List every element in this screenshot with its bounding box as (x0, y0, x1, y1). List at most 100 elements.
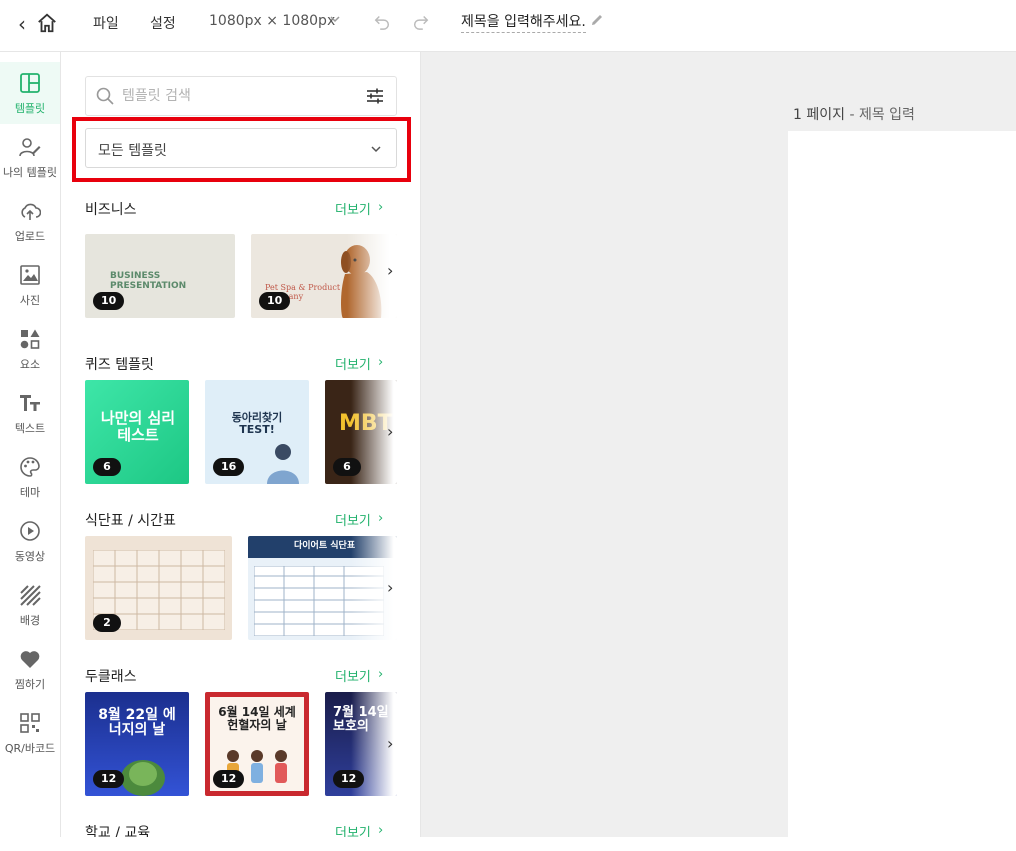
nav-label: 동영상 (14, 550, 46, 563)
template-thumb[interactable]: 2 (85, 536, 232, 640)
section-school: 학교 / 교육 더보기 › (85, 822, 397, 837)
nav-label: 찜하기 (14, 678, 46, 691)
more-link[interactable]: 더보기 (335, 822, 371, 837)
chevron-right-icon[interactable]: › (387, 578, 393, 597)
template-thumb[interactable]: 6월 14일 세계 헌혈자의 날 12 (205, 692, 309, 796)
template-panel: 모든 템플릿 비즈니스 더보기 › BUSINESS PRESENTATION … (61, 52, 421, 837)
nav-item-template[interactable]: 템플릿 (0, 62, 60, 124)
nav-item-elements[interactable]: 요소 (0, 318, 60, 380)
search-box (85, 76, 397, 116)
chevron-right-icon[interactable]: › (378, 355, 383, 370)
nav-item-photo[interactable]: 사진 (0, 254, 60, 316)
document-title-input[interactable]: 제목을 입력해주세요. (461, 11, 586, 33)
section-title: 학교 / 교육 (85, 825, 151, 837)
text-icon (20, 395, 40, 411)
page-count-badge: 16 (213, 458, 245, 476)
nav-label: 사진 (19, 294, 41, 307)
page-number: 1 페이지 (793, 107, 845, 123)
nav-item-my-template[interactable]: 나의 템플릿 (0, 126, 60, 188)
template-thumb[interactable]: Pet Spa & Product Company 10 (251, 234, 397, 318)
canvas-size-dropdown[interactable]: 1080px × 1080px (209, 13, 335, 29)
search-icon (96, 87, 114, 105)
elements-icon (20, 329, 40, 349)
chevron-right-icon[interactable]: › (387, 734, 393, 753)
nav-item-favorite[interactable]: 찜하기 (0, 638, 60, 700)
search-input[interactable] (122, 85, 352, 107)
chevron-right-icon[interactable]: › (378, 200, 383, 215)
nav-item-background[interactable]: 배경 (0, 574, 60, 636)
section-business: 비즈니스 더보기 › BUSINESS PRESENTATION 10 Pet … (85, 199, 397, 319)
undo-icon[interactable] (373, 12, 391, 30)
nav-label: 나의 템플릿 (2, 166, 58, 179)
heart-icon (20, 651, 40, 668)
thumb-title: BUSINESS PRESENTATION (110, 271, 187, 291)
highlight-box (72, 117, 411, 182)
template-thumb[interactable]: 다이어트 식단표 (248, 536, 397, 640)
pencil-icon[interactable] (589, 12, 605, 28)
thumb-title: 다이어트 식단표 (294, 541, 356, 551)
upload-icon (21, 203, 41, 220)
photo-icon (20, 265, 40, 285)
chevron-right-icon[interactable]: › (387, 261, 393, 280)
bulb-illustration (121, 760, 165, 796)
template-thumb[interactable]: 8월 22일 에너지의 날 12 (85, 692, 189, 796)
more-link[interactable]: 더보기 (335, 666, 371, 685)
design-page[interactable] (788, 131, 1016, 851)
template-thumb[interactable]: 동아리찾기 TEST! 16 (205, 380, 309, 484)
page-title-input[interactable]: - 제목 입력 (845, 107, 915, 123)
chevron-right-icon[interactable]: › (378, 823, 383, 837)
section-title: 식단표 / 시간표 (85, 513, 176, 529)
chevron-right-icon[interactable]: › (378, 667, 383, 682)
nav-label: 템플릿 (14, 102, 46, 115)
page-count-badge: 12 (93, 770, 125, 788)
nav-label: 업로드 (14, 230, 46, 243)
nav-label: QR/바코드 (4, 742, 56, 755)
nav-item-qr[interactable]: QR/바코드 (0, 702, 60, 764)
chevron-right-icon[interactable]: › (378, 511, 383, 526)
person-illustration (267, 444, 299, 484)
chevron-down-icon[interactable] (329, 13, 341, 25)
canvas-area: 1 페이지 - 제목 입력 (421, 52, 1016, 851)
filter-icon[interactable] (366, 87, 384, 105)
section-doclass: 두클래스 더보기 › 8월 22일 에너지의 날 12 6월 14일 세계 헌혈… (85, 666, 397, 796)
nav-item-text[interactable]: 텍스트 (0, 382, 60, 444)
page-count-badge: 6 (93, 458, 121, 476)
nav-item-theme[interactable]: 테마 (0, 446, 60, 508)
thumb-title: 8월 22일 에너지의 날 (98, 707, 176, 739)
redo-icon[interactable] (412, 12, 430, 30)
more-link[interactable]: 더보기 (335, 510, 371, 529)
menu-settings[interactable]: 설정 (150, 13, 176, 33)
thumb-title: 나만의 심리테스트 (100, 409, 176, 444)
chevron-right-icon[interactable]: › (387, 422, 393, 441)
page-count-badge: 10 (259, 292, 291, 310)
section-title: 퀴즈 템플릿 (85, 357, 154, 373)
template-icon (20, 73, 40, 93)
nav-label: 배경 (19, 614, 41, 627)
page-count-badge: 10 (93, 292, 125, 310)
more-link[interactable]: 더보기 (335, 199, 371, 218)
template-thumb[interactable]: 나만의 심리테스트 6 (85, 380, 189, 484)
nav-label: 텍스트 (14, 422, 46, 435)
nav-item-upload[interactable]: 업로드 (0, 190, 60, 252)
menu-file[interactable]: 파일 (93, 13, 119, 33)
page-count-badge: 12 (333, 770, 365, 788)
qr-icon (20, 713, 40, 733)
section-meal-plan: 식단표 / 시간표 더보기 › 2 다이어트 식단표 › (85, 510, 397, 640)
section-title: 비즈니스 (85, 202, 137, 218)
section-title: 두클래스 (85, 669, 137, 685)
left-nav: 템플릿 나의 템플릿 업로드 사진 요소 텍스트 테마 동영상 배경 찜하기 Q… (0, 52, 61, 837)
thumb-title: 6월 14일 세계 헌혈자의 날 (218, 705, 296, 733)
video-icon (20, 521, 40, 541)
nav-label: 요소 (19, 358, 41, 371)
template-thumb[interactable]: BUSINESS PRESENTATION 10 (85, 234, 235, 318)
page-count-badge: 2 (93, 614, 121, 632)
section-quiz: 퀴즈 템플릿 더보기 › 나만의 심리테스트 6 동아리찾기 TEST! 16 … (85, 354, 397, 484)
home-icon[interactable] (36, 12, 58, 34)
background-icon (20, 585, 41, 606)
back-icon[interactable]: ‹ (18, 12, 26, 36)
thumb-title: 동아리찾기 TEST! (231, 411, 283, 437)
page-label: 1 페이지 - 제목 입력 (793, 104, 915, 124)
more-link[interactable]: 더보기 (335, 354, 371, 373)
page-count-badge: 12 (213, 770, 245, 788)
nav-item-video[interactable]: 동영상 (0, 510, 60, 572)
